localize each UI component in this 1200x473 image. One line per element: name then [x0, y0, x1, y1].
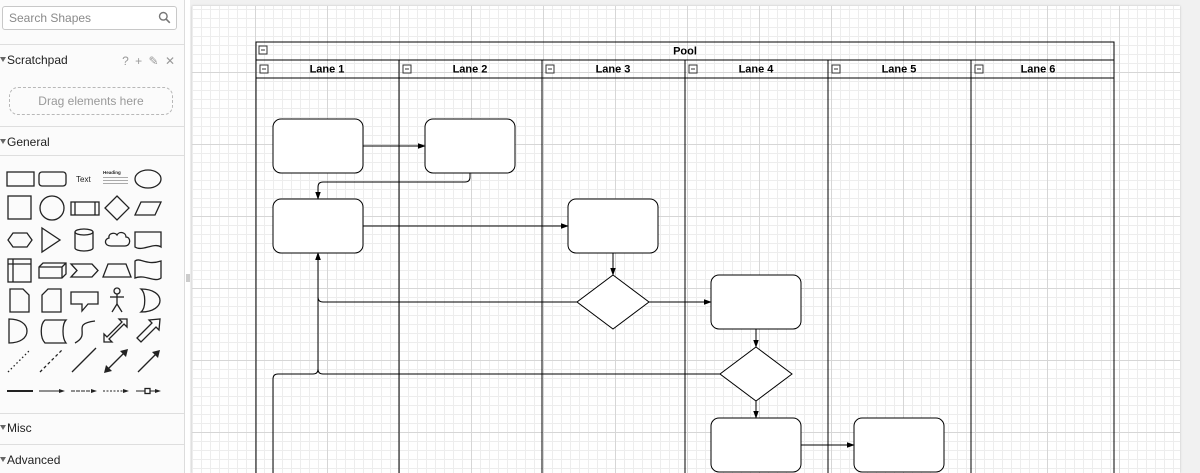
lane-title: Lane 3 [596, 64, 631, 76]
process-box[interactable] [272, 198, 364, 254]
decision-diamond[interactable] [719, 346, 793, 402]
process-box[interactable] [710, 274, 802, 330]
process-nodes [272, 118, 945, 473]
lane-header-3[interactable]: Lane 3 [545, 64, 631, 76]
lane-header-6[interactable]: Lane 6 [974, 64, 1056, 76]
connector[interactable] [272, 368, 319, 473]
connector[interactable] [315, 252, 577, 303]
pool-title: Pool [673, 46, 697, 58]
process-box[interactable] [853, 417, 945, 473]
process-box[interactable] [710, 417, 802, 473]
lane-headers: Lane 1 Lane 2 Lane 3 Lane 4 Lane 5 Lane … [259, 64, 1056, 76]
lane-header-1[interactable]: Lane 1 [259, 64, 345, 76]
decision-diamond[interactable] [576, 274, 650, 330]
connector[interactable] [315, 252, 720, 375]
lane-title: Lane 1 [310, 64, 345, 76]
connector[interactable] [315, 173, 471, 200]
lane-header-5[interactable]: Lane 5 [831, 64, 917, 76]
lane-title: Lane 6 [1021, 64, 1056, 76]
pool-collapse-icon[interactable] [258, 45, 268, 55]
process-box[interactable] [567, 198, 659, 254]
lanes [256, 60, 1114, 473]
process-box[interactable] [424, 118, 516, 174]
process-box[interactable] [272, 118, 364, 174]
swimlane-diagram: Pool Lane 1 Lane 2 Lane 3 Lane 4 Lane 5 … [255, 41, 1115, 473]
lane-header-2[interactable]: Lane 2 [402, 64, 488, 76]
lane-title: Lane 2 [453, 64, 488, 76]
lane-title: Lane 4 [739, 64, 775, 76]
lane-title: Lane 5 [882, 64, 917, 76]
lane-header-4[interactable]: Lane 4 [688, 64, 775, 76]
